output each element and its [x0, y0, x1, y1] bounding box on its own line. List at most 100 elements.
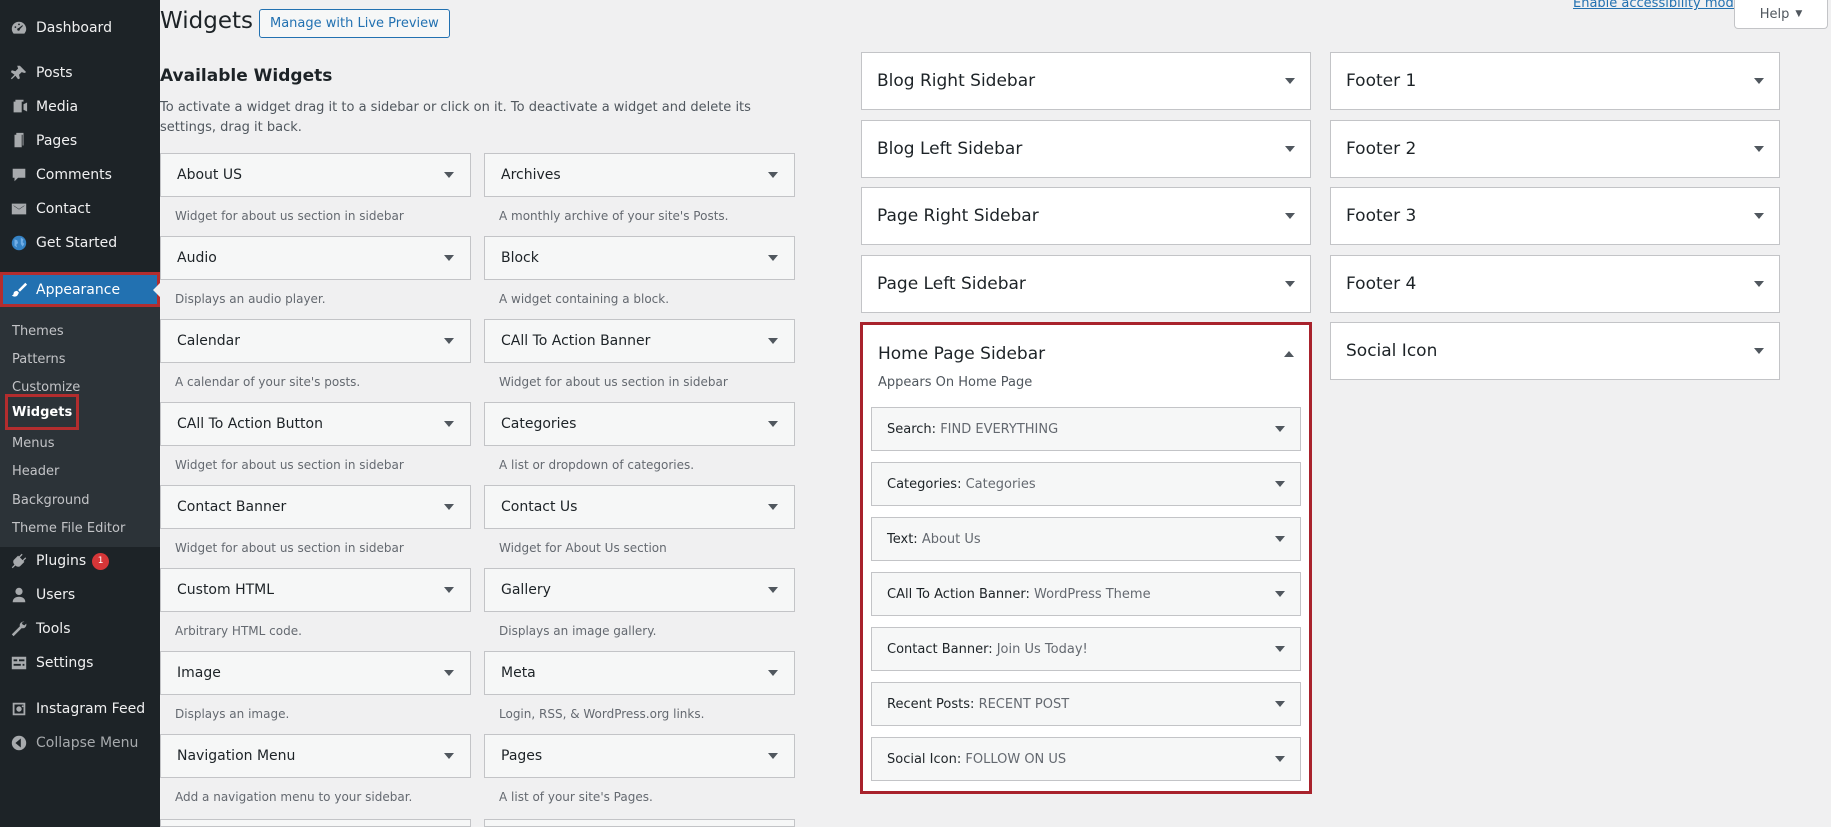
arrow-down-icon[interactable]	[768, 753, 778, 759]
arrow-down-icon[interactable]	[444, 504, 454, 510]
sidebar-widget[interactable]: Categories: Categories	[871, 462, 1301, 506]
available-widget[interactable]: About US	[160, 153, 471, 197]
widget-area[interactable]: Social Icon	[1330, 322, 1780, 380]
available-widget[interactable]: Gallery	[484, 568, 795, 612]
arrow-down-icon[interactable]	[1754, 213, 1764, 219]
available-widget[interactable]: Image	[160, 651, 471, 695]
widget-area[interactable]: Page Right Sidebar	[861, 187, 1311, 245]
submenu-item-customize[interactable]: Customize	[12, 375, 80, 399]
sidebar-widget[interactable]: Social Icon: FOLLOW ON US	[871, 737, 1301, 781]
arrow-down-icon[interactable]	[1285, 78, 1295, 84]
arrow-down-icon[interactable]	[444, 172, 454, 178]
arrow-down-icon[interactable]	[444, 587, 454, 593]
arrow-down-icon[interactable]	[1754, 280, 1764, 287]
widget-description: Widget for about us section in sidebar	[175, 541, 404, 555]
arrow-down-icon[interactable]	[1275, 426, 1285, 432]
arrow-down-icon[interactable]	[1754, 348, 1764, 354]
arrow-down-icon[interactable]	[768, 421, 778, 427]
menu-item-plugins[interactable]: Plugins 1	[0, 544, 160, 578]
available-widget[interactable]	[160, 819, 471, 827]
arrow-down-icon[interactable]	[1285, 213, 1295, 219]
brush-icon	[0, 281, 36, 299]
arrow-down-icon[interactable]	[768, 172, 778, 178]
available-widget[interactable]: Categories	[484, 402, 795, 446]
menu-item-settings[interactable]: Settings	[0, 646, 160, 680]
widget-area[interactable]: Footer 3	[1330, 187, 1780, 245]
available-widget[interactable]: Block	[484, 236, 795, 280]
sidebar-widget[interactable]: CAll To Action Banner: WordPress Theme	[871, 572, 1301, 616]
available-widget[interactable]: CAll To Action Button	[160, 402, 471, 446]
widget-area[interactable]: Page Left Sidebar	[861, 254, 1311, 313]
menu-item-tools[interactable]: Tools	[0, 612, 160, 646]
arrow-down-icon[interactable]	[1275, 756, 1285, 762]
collapse-menu-button[interactable]: Collapse Menu	[0, 726, 160, 760]
submenu-item-background[interactable]: Background	[12, 488, 90, 512]
arrow-down-icon[interactable]	[1754, 78, 1764, 84]
arrow-down-icon[interactable]	[768, 255, 778, 261]
available-widget[interactable]: Pages	[484, 734, 795, 778]
help-button[interactable]: Help ▼	[1734, 0, 1828, 29]
enable-accessibility-link[interactable]: Enable accessibility mode	[1573, 0, 1742, 11]
menu-item-posts[interactable]: Posts	[0, 56, 160, 90]
widget-area[interactable]: Footer 4	[1330, 254, 1780, 313]
available-widget[interactable]: Navigation Menu	[160, 734, 471, 778]
submenu-item-menus[interactable]: Menus	[12, 431, 54, 455]
menu-item-get-started[interactable]: Get Started	[0, 226, 160, 260]
arrow-down-icon[interactable]	[768, 338, 778, 344]
arrow-down-icon[interactable]	[444, 670, 454, 676]
widget-area[interactable]: Footer 1	[1330, 52, 1780, 110]
arrow-down-icon[interactable]	[1285, 145, 1295, 152]
sidebar-widget[interactable]: Recent Posts: RECENT POST	[871, 682, 1301, 726]
menu-label: Media	[36, 99, 79, 115]
arrow-down-icon[interactable]	[1275, 481, 1285, 487]
sidebar-widget[interactable]: Contact Banner: Join Us Today!	[871, 627, 1301, 671]
available-widget[interactable]: Contact Us	[484, 485, 795, 529]
arrow-up-icon[interactable]	[1284, 351, 1294, 357]
available-widget[interactable]: Archives	[484, 153, 795, 197]
menu-item-dashboard[interactable]: Dashboard	[0, 11, 160, 45]
widget-area[interactable]: Footer 2	[1330, 119, 1780, 178]
sidebar-widget[interactable]: Search: FIND EVERYTHING	[871, 407, 1301, 451]
menu-item-appearance[interactable]: Appearance	[0, 272, 160, 307]
arrow-down-icon[interactable]	[444, 421, 454, 427]
arrow-down-icon[interactable]	[1285, 280, 1295, 287]
arrow-down-icon[interactable]	[768, 670, 778, 676]
submenu-item-themes[interactable]: Themes	[12, 319, 64, 343]
arrow-down-icon[interactable]	[444, 255, 454, 261]
sidebar-title: Page Left Sidebar	[877, 273, 1026, 294]
home-page-sidebar: Home Page Sidebar Appears On Home Page S…	[860, 322, 1312, 794]
menu-item-users[interactable]: Users	[0, 578, 160, 612]
submenu-item-patterns[interactable]: Patterns	[12, 347, 66, 371]
arrow-down-icon[interactable]	[1275, 536, 1285, 542]
available-widget[interactable]	[484, 819, 795, 827]
menu-item-contact[interactable]: Contact	[0, 192, 160, 226]
available-widget[interactable]: Custom HTML	[160, 568, 471, 612]
sidebar-widget[interactable]: Text: About Us	[871, 517, 1301, 561]
arrow-down-icon[interactable]	[768, 504, 778, 510]
widget-description: A list or dropdown of categories.	[499, 458, 695, 472]
arrow-down-icon[interactable]	[1275, 701, 1285, 707]
available-widget[interactable]: Audio	[160, 236, 471, 280]
arrow-down-icon[interactable]	[444, 753, 454, 759]
arrow-down-icon[interactable]	[768, 587, 778, 593]
arrow-down-icon[interactable]	[1275, 591, 1285, 597]
submenu-item-widgets[interactable]: Widgets	[4, 394, 80, 430]
arrow-down-icon[interactable]	[444, 338, 454, 344]
menu-item-comments[interactable]: Comments	[0, 158, 160, 192]
menu-item-media[interactable]: Media	[0, 90, 160, 124]
manage-live-preview-button[interactable]: Manage with Live Preview	[259, 9, 450, 38]
user-icon	[0, 586, 36, 604]
available-widget[interactable]: Meta	[484, 651, 795, 695]
arrow-down-icon[interactable]	[1275, 646, 1285, 652]
menu-item-pages[interactable]: Pages	[0, 124, 160, 158]
available-widget[interactable]: Calendar	[160, 319, 471, 363]
menu-item-instagram-feed[interactable]: Instagram Feed	[0, 692, 160, 726]
submenu-item-theme-file-editor[interactable]: Theme File Editor	[12, 516, 125, 540]
widget-area[interactable]: Blog Right Sidebar	[861, 52, 1311, 110]
submenu-item-header[interactable]: Header	[12, 459, 59, 483]
available-widget[interactable]: Contact Banner	[160, 485, 471, 529]
available-widget[interactable]: CAll To Action Banner	[484, 319, 795, 363]
widget-area[interactable]: Blog Left Sidebar	[861, 119, 1311, 178]
arrow-down-icon[interactable]	[1754, 145, 1764, 152]
page-title: Widgets	[160, 8, 253, 34]
